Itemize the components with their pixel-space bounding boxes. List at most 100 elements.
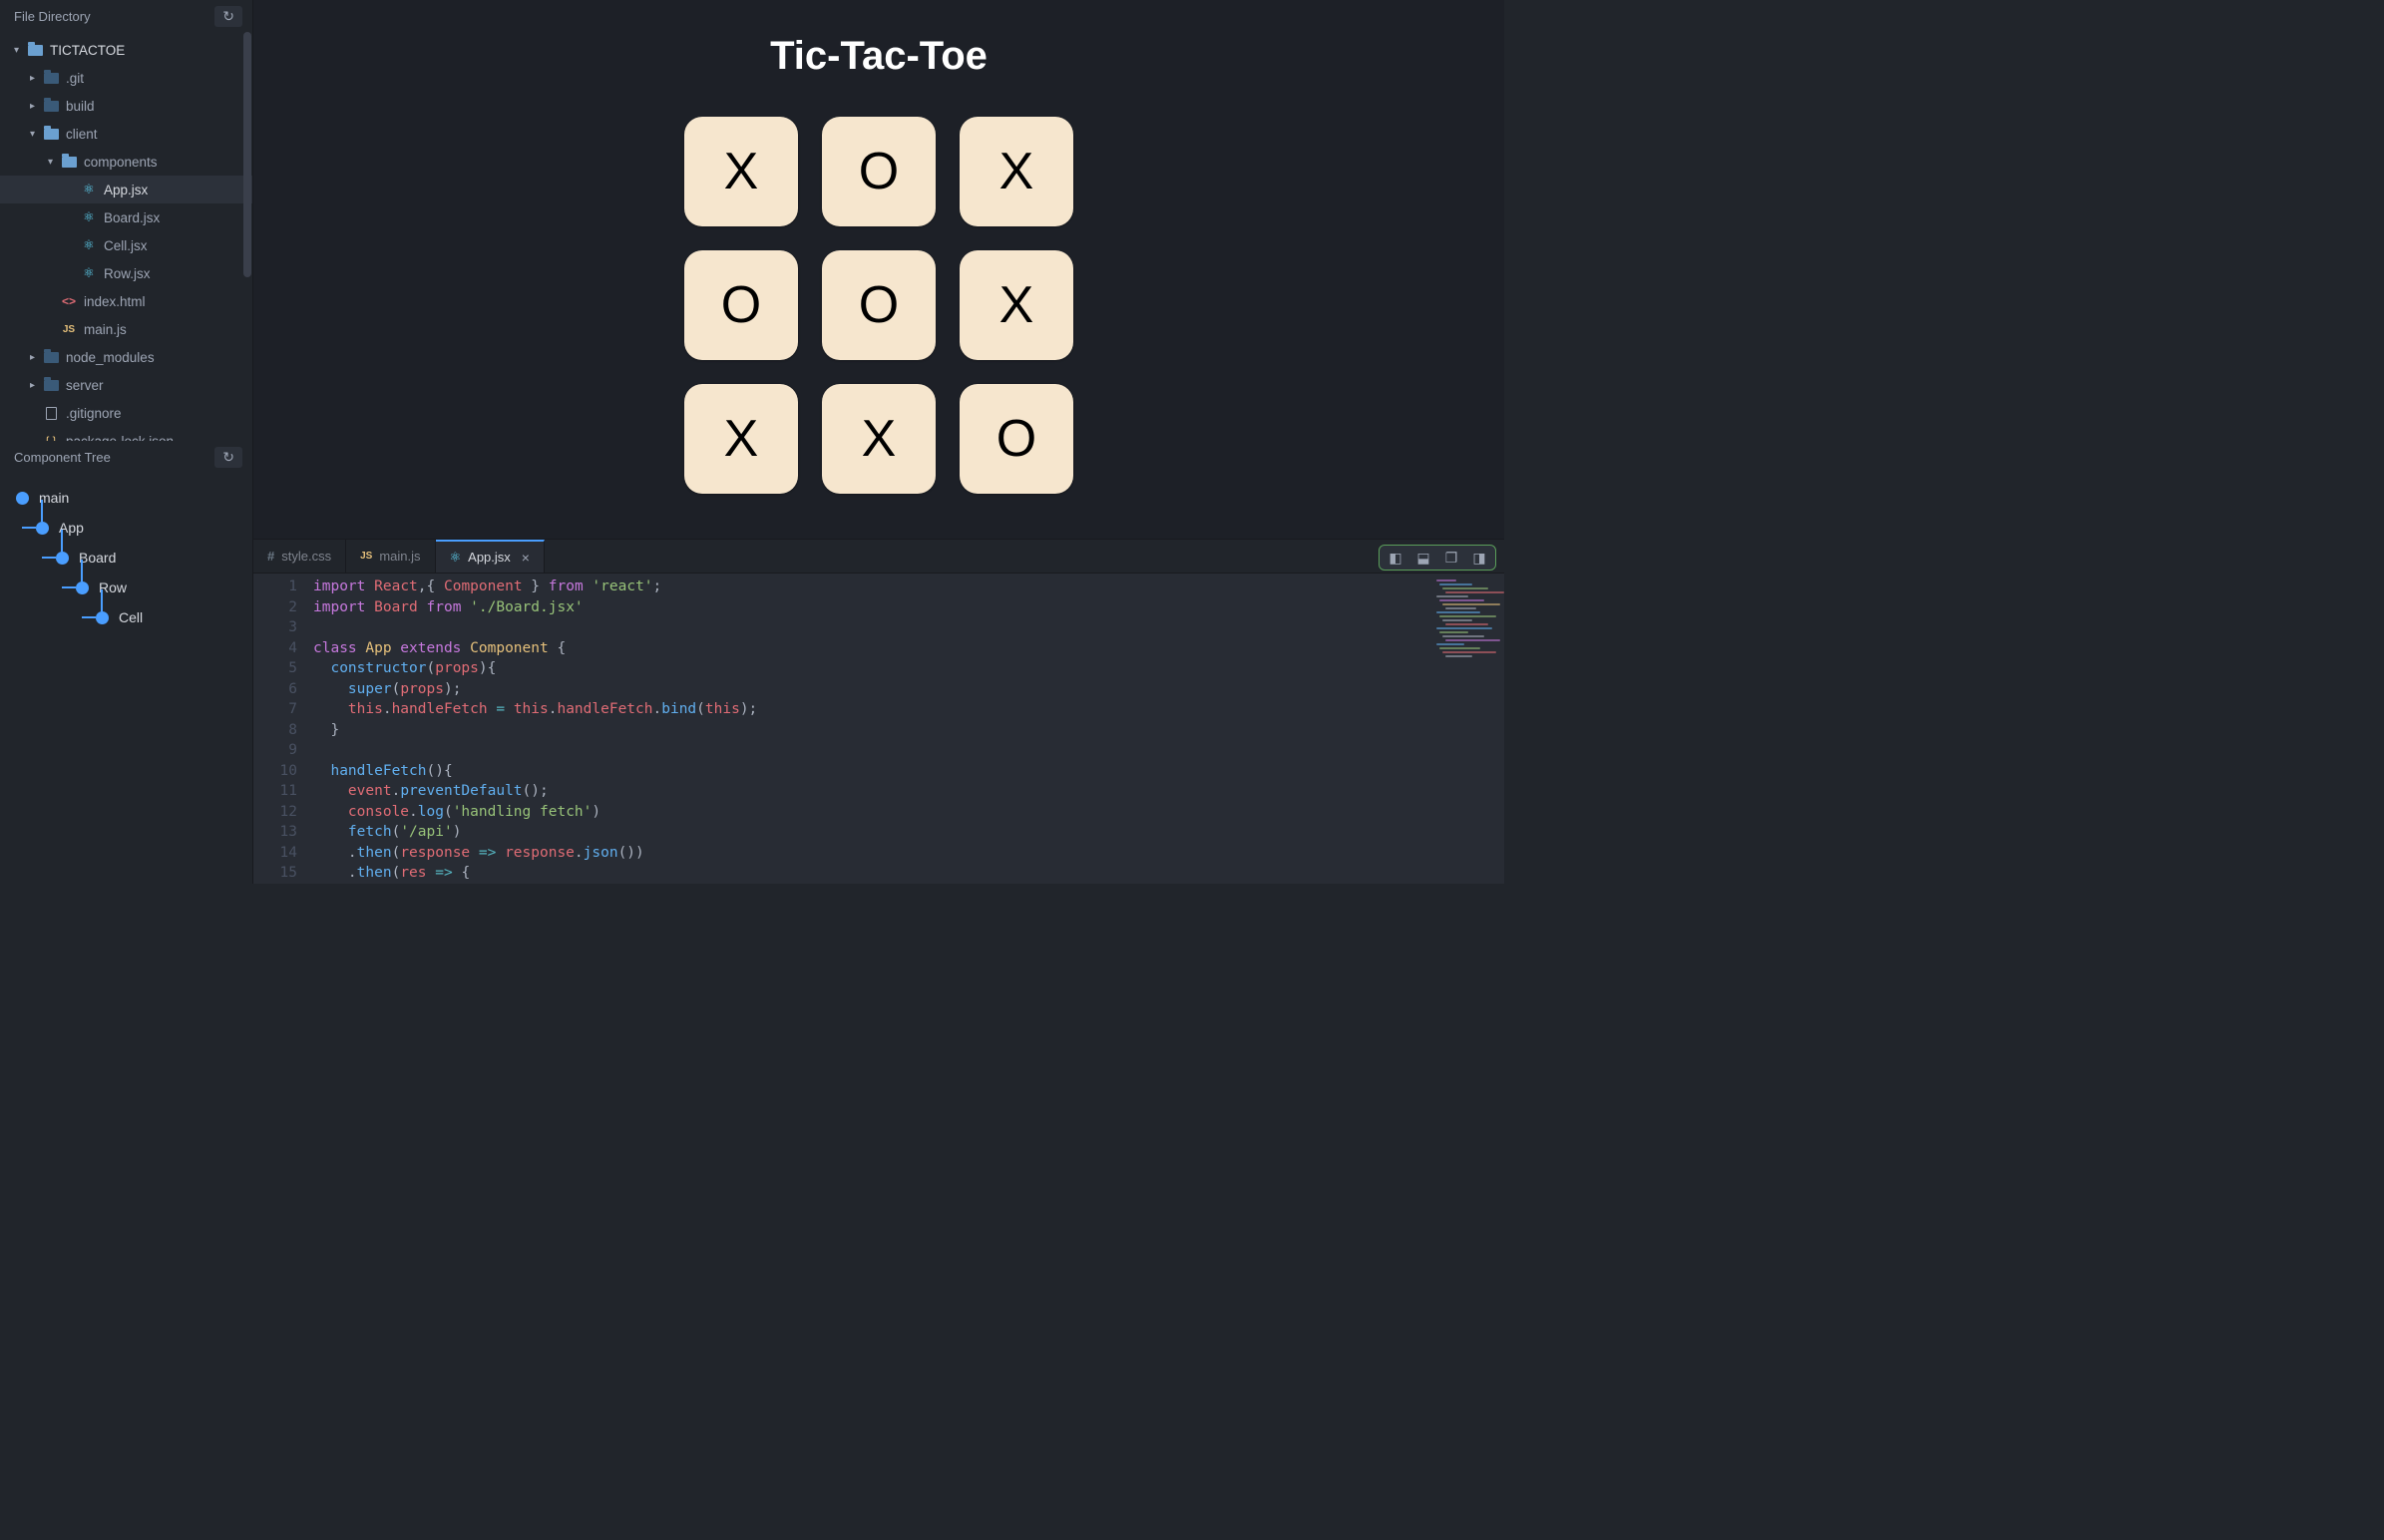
panel-right-button[interactable]: ◨ <box>1467 548 1491 568</box>
game-cell[interactable]: X <box>960 117 1073 226</box>
file-directory-refresh-button[interactable]: ↻ <box>214 6 242 27</box>
code-line[interactable]: } <box>313 720 1504 741</box>
file-tree-item-cell-jsx[interactable]: ⚛Cell.jsx <box>0 231 252 259</box>
pane-layout-controls: ◧⬓❐◨ <box>1379 545 1496 571</box>
game-cell[interactable]: X <box>684 117 798 226</box>
code-line[interactable]: constructor(props){ <box>313 658 1504 679</box>
code-line[interactable]: class App extends Component { <box>313 638 1504 659</box>
refresh-icon: ↻ <box>222 8 234 25</box>
code-line[interactable]: console.log('handling fetch') <box>313 802 1504 823</box>
file-tree-item-tictactoe[interactable]: ▾TICTACTOE <box>0 36 252 64</box>
line-number: 1 <box>253 577 297 597</box>
react-icon: ⚛ <box>450 550 462 566</box>
close-icon[interactable]: × <box>522 550 530 566</box>
panel-left-button[interactable]: ◧ <box>1384 548 1407 568</box>
code-line[interactable] <box>313 740 1504 761</box>
code-line[interactable]: handleFetch(){ <box>313 761 1504 782</box>
game-cell[interactable]: X <box>822 384 936 494</box>
file-icon <box>42 407 60 420</box>
component-tree-item-main[interactable]: main <box>10 483 242 513</box>
editor-code[interactable]: import React,{ Component } from 'react';… <box>313 574 1504 884</box>
panel-multi-button[interactable]: ❐ <box>1439 548 1463 568</box>
file-tree-scrollbar[interactable] <box>243 32 251 441</box>
line-number: 11 <box>253 781 297 802</box>
line-number: 5 <box>253 658 297 679</box>
component-node-dot-icon <box>16 492 29 505</box>
game-cell[interactable]: O <box>684 250 798 360</box>
component-tree-item-cell[interactable]: Cell <box>10 602 242 632</box>
editor-minimap[interactable] <box>1434 578 1498 677</box>
refresh-icon: ↻ <box>222 449 234 466</box>
file-tree-item-components[interactable]: ▾components <box>0 148 252 176</box>
file-tree-item--gitignore[interactable]: .gitignore <box>0 399 252 427</box>
code-editor[interactable]: 123456789101112131415 import React,{ Com… <box>253 574 1504 884</box>
game-cell[interactable]: X <box>960 250 1073 360</box>
code-line[interactable]: .then(response => response.json()) <box>313 843 1504 864</box>
preview-pane: Tic-Tac-Toe XOXOOXXXO <box>253 0 1504 539</box>
file-tree-item-label: components <box>84 155 158 170</box>
file-tree-item-client[interactable]: ▾client <box>0 120 252 148</box>
code-line[interactable]: event.preventDefault(); <box>313 781 1504 802</box>
code-line[interactable]: import Board from './Board.jsx' <box>313 597 1504 618</box>
file-tree-item-package-lock-json[interactable]: { }package-lock.json <box>0 427 252 441</box>
code-line[interactable]: .then(res => { <box>313 863 1504 884</box>
line-number: 10 <box>253 761 297 782</box>
file-tree-item-row-jsx[interactable]: ⚛ Row.jsx <box>0 259 252 287</box>
file-tree-item-label: package-lock.json <box>66 434 174 442</box>
board-row: XXO <box>684 384 1073 494</box>
component-tree-title: Component Tree <box>14 450 111 465</box>
game-cell[interactable]: O <box>822 117 936 226</box>
file-tree-item-label: Row.jsx <box>104 266 151 281</box>
file-tree[interactable]: ▾TICTACTOE▸.git▸build▾client▾components⚛… <box>0 32 252 441</box>
game-cell[interactable]: O <box>960 384 1073 494</box>
component-tree-item-app[interactable]: App <box>10 513 242 543</box>
code-line[interactable]: super(props); <box>313 679 1504 700</box>
line-number: 9 <box>253 740 297 761</box>
file-tree-item-node-modules[interactable]: ▸node_modules <box>0 343 252 371</box>
chevron-right-icon: ▸ <box>30 101 42 112</box>
code-line[interactable]: fetch('/api') <box>313 822 1504 843</box>
file-tree-item--git[interactable]: ▸.git <box>0 64 252 92</box>
react-icon: ⚛ <box>80 209 98 225</box>
file-tree-item-app-jsx[interactable]: ⚛App.jsx <box>0 176 252 203</box>
file-tree-item-build[interactable]: ▸build <box>0 92 252 120</box>
game-cell[interactable]: O <box>822 250 936 360</box>
file-tree-scrollbar-thumb[interactable] <box>243 32 251 277</box>
file-tree-item-label: App.jsx <box>104 183 148 197</box>
folder-icon <box>60 157 78 168</box>
chevron-down-icon: ▾ <box>14 45 26 56</box>
file-tree-item-label: Board.jsx <box>104 210 160 225</box>
folder-icon <box>42 352 60 363</box>
game-board: XOXOOXXXO <box>684 117 1073 494</box>
css-icon: # <box>267 549 274 564</box>
editor-tab-bar: #style.cssJSmain.js⚛App.jsx× ◧⬓❐◨ <box>253 539 1504 574</box>
component-tree[interactable]: main AppBoard Row Cell <box>0 473 252 642</box>
component-node-dot-icon <box>36 522 49 535</box>
component-tree-item-board[interactable]: Board <box>10 543 242 573</box>
component-tree-item-label: Row <box>99 579 127 595</box>
panel-bottom-button[interactable]: ⬓ <box>1411 548 1435 568</box>
game-cell[interactable]: X <box>684 384 798 494</box>
line-number: 12 <box>253 802 297 823</box>
component-tree-refresh-button[interactable]: ↻ <box>214 447 242 468</box>
file-tree-item-main-js[interactable]: JSmain.js <box>0 315 252 343</box>
file-tree-item-board-jsx[interactable]: ⚛ Board.jsx <box>0 203 252 231</box>
line-number: 14 <box>253 843 297 864</box>
file-directory-header: File Directory ↻ <box>0 0 252 32</box>
line-number: 8 <box>253 720 297 741</box>
code-line[interactable]: this.handleFetch = this.handleFetch.bind… <box>313 699 1504 720</box>
chevron-right-icon: ▸ <box>30 73 42 84</box>
file-tree-item-server[interactable]: ▸server <box>0 371 252 399</box>
folder-icon <box>42 380 60 391</box>
component-tree-item-label: main <box>39 490 69 506</box>
react-icon: ⚛ <box>80 265 98 281</box>
editor-tab-main-js[interactable]: JSmain.js <box>346 540 435 573</box>
chevron-down-icon: ▾ <box>30 129 42 140</box>
code-line[interactable]: import React,{ Component } from 'react'; <box>313 577 1504 597</box>
component-tree-item-row[interactable]: Row <box>10 573 242 602</box>
file-tree-item-index-html[interactable]: <>index.html <box>0 287 252 315</box>
editor-tab-style-css[interactable]: #style.css <box>253 540 346 573</box>
code-line[interactable] <box>313 617 1504 638</box>
editor-tab-app-jsx[interactable]: ⚛App.jsx× <box>436 540 545 573</box>
line-number: 13 <box>253 822 297 843</box>
